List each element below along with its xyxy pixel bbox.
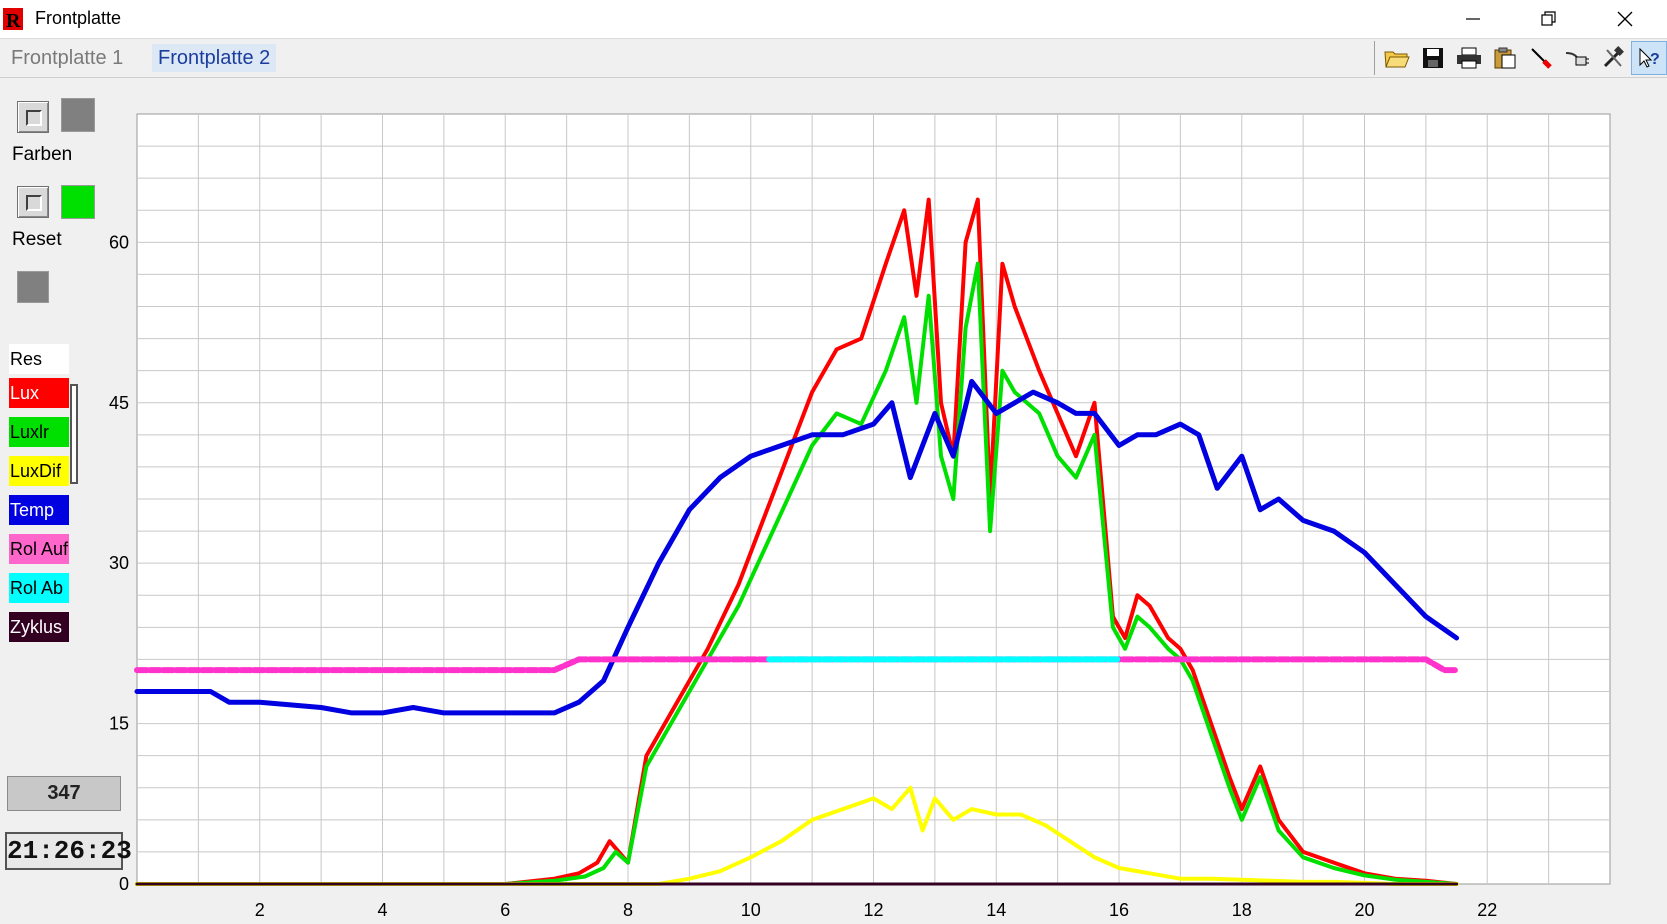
y-tick-label: 30: [109, 553, 129, 573]
print-button[interactable]: [1451, 41, 1487, 75]
y-tick-label: 45: [109, 393, 129, 413]
window-title: Frontplatte: [35, 8, 122, 28]
svg-text:R: R: [6, 10, 21, 32]
open-button[interactable]: [1379, 41, 1415, 75]
x-tick-label: 22: [1477, 900, 1497, 920]
connect-button[interactable]: [1559, 41, 1595, 75]
tab-frontplatte-2[interactable]: Frontplatte 2: [152, 44, 277, 72]
title-bar: R Frontplatte: [0, 0, 1667, 39]
clipboard-icon: [1494, 47, 1516, 69]
close-button[interactable]: [1602, 0, 1648, 38]
x-tick-label: 20: [1354, 900, 1374, 920]
app-logo-icon: R: [3, 8, 23, 32]
tab-frontplatte-1[interactable]: Frontplatte 1: [5, 44, 129, 72]
restore-icon: [1541, 11, 1556, 26]
close-icon: [1617, 11, 1633, 27]
plug-icon: [1565, 52, 1589, 66]
marker-button[interactable]: [1523, 41, 1559, 75]
save-button[interactable]: [1415, 41, 1451, 75]
toolbar: ?: [1374, 41, 1667, 75]
y-tick-label: 15: [109, 714, 129, 734]
x-tick-label: 2: [255, 900, 265, 920]
x-tick-label: 10: [741, 900, 761, 920]
open-folder-icon: [1384, 51, 1410, 68]
y-tick-label: 60: [109, 232, 129, 252]
x-tick-label: 14: [986, 900, 1006, 920]
help-button[interactable]: ?: [1631, 41, 1667, 75]
x-tick-label: 8: [623, 900, 633, 920]
x-tick-label: 16: [1109, 900, 1129, 920]
save-icon: [1423, 48, 1443, 68]
help-icon: ?: [1639, 47, 1660, 68]
x-tick-label: 4: [377, 900, 387, 920]
tools-icon: [1603, 46, 1624, 68]
clipboard-button[interactable]: [1487, 41, 1523, 75]
restore-button[interactable]: [1526, 0, 1572, 38]
marker-icon: [1531, 48, 1552, 69]
x-tick-label: 18: [1232, 900, 1252, 920]
tools-button[interactable]: [1595, 41, 1631, 75]
minimize-button[interactable]: [1450, 0, 1496, 38]
print-icon: [1457, 47, 1481, 69]
svg-text:?: ?: [1650, 51, 1660, 68]
y-tick-label: 0: [119, 874, 129, 894]
minimize-icon: [1466, 18, 1480, 20]
x-tick-label: 6: [500, 900, 510, 920]
x-tick-label: 12: [863, 900, 883, 920]
chart: 2 4 6 8 10 12 14 16 18 20 22 0 15 30 45 60: [109, 113, 1611, 920]
